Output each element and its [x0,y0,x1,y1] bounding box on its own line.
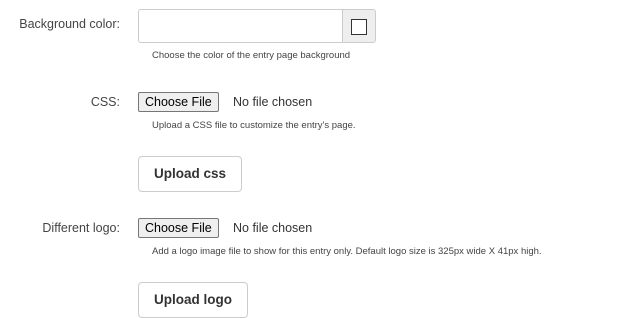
background-color-help: Choose the color of the entry page backg… [152,50,351,61]
different-logo-label: Different logo: [42,221,120,235]
background-color-label: Background color: [19,17,120,31]
upload-css-button[interactable]: Upload css [138,156,243,192]
color-swatch-icon [351,19,367,35]
background-color-input[interactable] [138,9,342,43]
css-choose-file-button[interactable]: Choose File [138,92,219,112]
logo-choose-file-button[interactable]: Choose File [138,218,219,238]
logo-file-status: No file chosen [233,221,313,235]
upload-logo-button[interactable]: Upload logo [138,282,248,318]
css-file-status: No file chosen [233,95,313,109]
color-picker-button[interactable] [342,9,376,43]
css-label: CSS: [90,95,120,109]
logo-help: Add a logo image file to show for this e… [152,246,542,257]
css-help: Upload a CSS file to customize the entry… [152,120,356,131]
